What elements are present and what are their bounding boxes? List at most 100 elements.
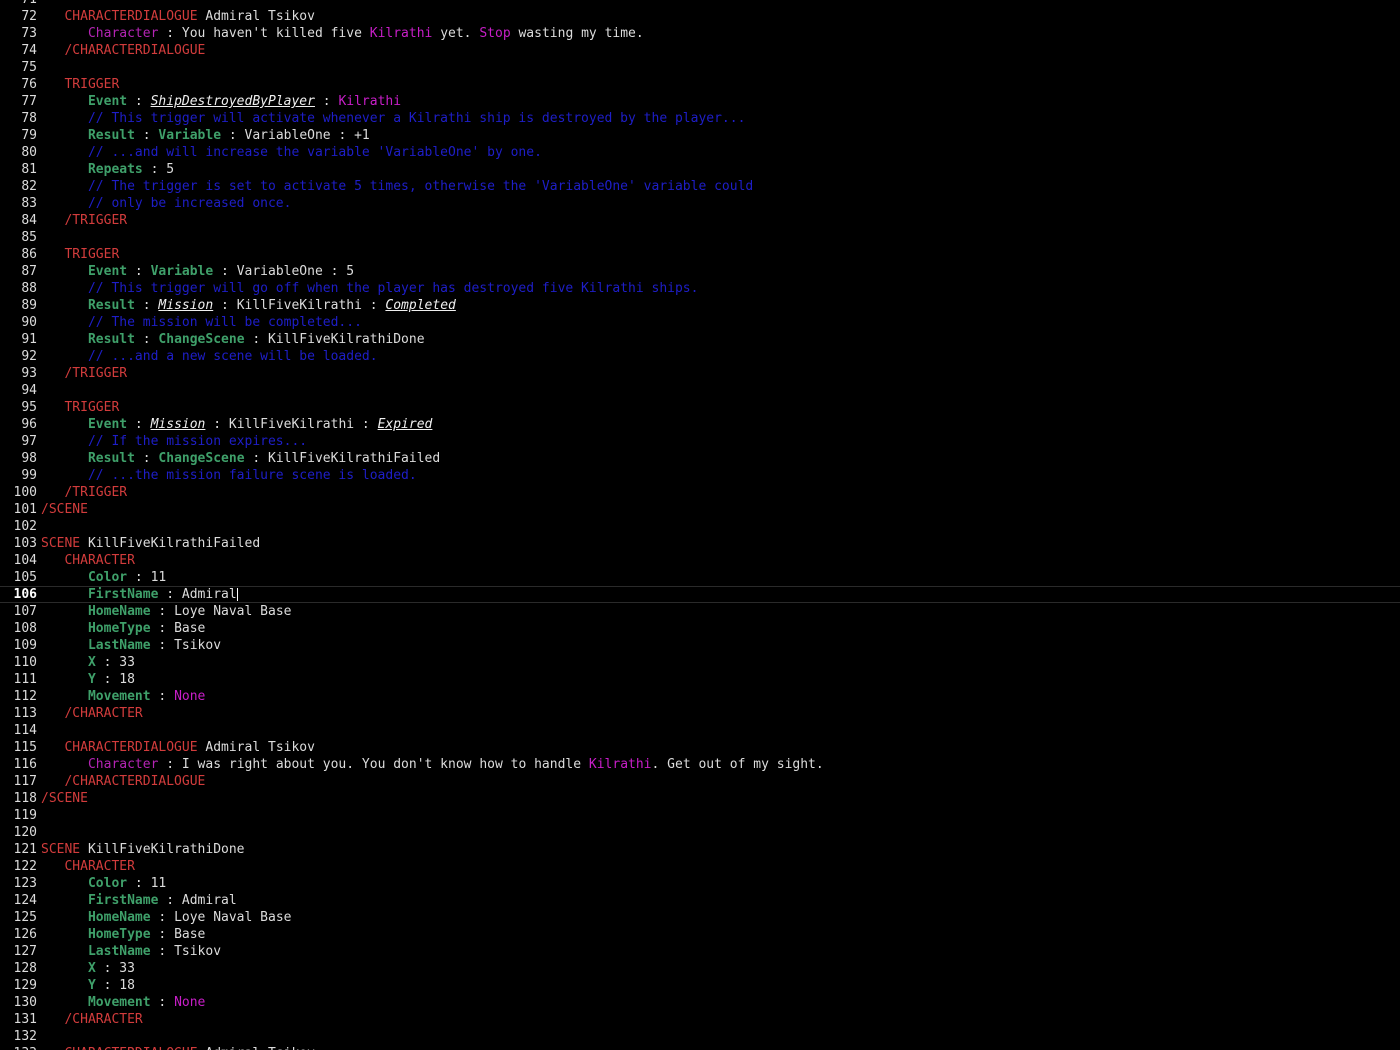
line-code[interactable]: CHARACTERDIALOGUE Admiral Tsikov [41,739,314,756]
code-line[interactable]: 111 Y : 18 [0,671,1400,688]
code-line[interactable]: 77 Event : ShipDestroyedByPlayer : Kilra… [0,93,1400,110]
line-code[interactable]: // ...and will increase the variable 'Va… [41,144,542,161]
code-line[interactable]: 130 Movement : None [0,994,1400,1011]
code-line[interactable]: 113 /CHARACTER [0,705,1400,722]
code-line[interactable]: 110 X : 33 [0,654,1400,671]
code-line[interactable]: 81 Repeats : 5 [0,161,1400,178]
code-line[interactable]: 120 [0,824,1400,841]
code-line[interactable]: 125 HomeName : Loye Naval Base [0,909,1400,926]
line-code[interactable]: /TRIGGER [41,212,127,229]
code-line[interactable]: 116 Character : I was right about you. Y… [0,756,1400,773]
code-line[interactable]: 93 /TRIGGER [0,365,1400,382]
code-line[interactable]: 84 /TRIGGER [0,212,1400,229]
line-code[interactable]: CHARACTERDIALOGUE Admiral Tsikov [41,8,314,25]
line-code[interactable]: Movement : None [41,994,205,1011]
line-code[interactable]: Color : 11 [41,569,166,586]
line-code[interactable]: HomeName : Loye Naval Base [41,909,292,926]
line-code[interactable]: TRIGGER [41,399,119,416]
line-code[interactable]: // The trigger is set to activate 5 time… [41,178,753,195]
line-code[interactable]: /TRIGGER [41,365,127,382]
code-line[interactable]: 108 HomeType : Base [0,620,1400,637]
code-line[interactable]: 131 /CHARACTER [0,1011,1400,1028]
line-code[interactable]: // ...and a new scene will be loaded. [41,348,378,365]
code-editor[interactable]: 7172 CHARACTERDIALOGUE Admiral Tsikov73 … [0,0,1400,1050]
line-code[interactable]: // This trigger will activate whenever a… [41,110,745,127]
line-code[interactable]: TRIGGER [41,246,119,263]
line-code[interactable]: CHARACTER [41,552,134,569]
code-line[interactable]: 98 Result : ChangeScene : KillFiveKilrat… [0,450,1400,467]
line-code[interactable]: HomeType : Base [41,620,205,637]
line-code[interactable]: HomeName : Loye Naval Base [41,603,292,620]
code-line[interactable]: 97 // If the mission expires... [0,433,1400,450]
code-line[interactable]: 79 Result : Variable : VariableOne : +1 [0,127,1400,144]
code-line[interactable]: 100 /TRIGGER [0,484,1400,501]
code-line[interactable]: 88 // This trigger will go off when the … [0,280,1400,297]
code-line[interactable]: 122 CHARACTER [0,858,1400,875]
line-code[interactable]: CHARACTERDIALOGUE Admiral Tsikov [41,1045,314,1050]
line-code[interactable]: Character : You haven't killed five Kilr… [41,25,644,42]
code-line[interactable]: 123 Color : 11 [0,875,1400,892]
code-line[interactable]: 121 SCENE KillFiveKilrathiDone [0,841,1400,858]
line-code[interactable]: Event : Mission : KillFiveKilrathi : Exp… [41,416,432,433]
line-code[interactable]: Result : ChangeScene : KillFiveKilrathiD… [41,331,425,348]
code-line[interactable]: 90 // The mission will be completed... [0,314,1400,331]
code-line[interactable]: 126 HomeType : Base [0,926,1400,943]
line-code[interactable]: Result : ChangeScene : KillFiveKilrathiF… [41,450,440,467]
line-code[interactable]: /CHARACTER [41,1011,142,1028]
line-code[interactable]: Y : 18 [41,977,135,994]
line-code[interactable]: Movement : None [41,688,205,705]
code-line[interactable]: 95 TRIGGER [0,399,1400,416]
code-line[interactable]: 78 // This trigger will activate wheneve… [0,110,1400,127]
line-code[interactable]: CHARACTER [41,858,134,875]
line-code[interactable]: X : 33 [41,960,135,977]
line-code[interactable]: TRIGGER [41,76,119,93]
code-line[interactable]: 83 // only be increased once. [0,195,1400,212]
code-line[interactable]: 87 Event : Variable : VariableOne : 5 [0,263,1400,280]
code-line[interactable]: 89 Result : Mission : KillFiveKilrathi :… [0,297,1400,314]
current-code-line[interactable]: 106 FirstName : Admiral [0,586,1400,603]
code-line[interactable]: 72 CHARACTERDIALOGUE Admiral Tsikov [0,8,1400,25]
line-code[interactable]: Event : Variable : VariableOne : 5 [41,263,354,280]
line-code[interactable]: // ...the mission failure scene is loade… [41,467,417,484]
code-line[interactable]: 109 LastName : Tsikov [0,637,1400,654]
line-code[interactable]: LastName : Tsikov [41,637,221,654]
code-line[interactable]: 74 /CHARACTERDIALOGUE [0,42,1400,59]
code-line[interactable]: 128 X : 33 [0,960,1400,977]
line-code[interactable]: Character : I was right about you. You d… [41,756,824,773]
code-line[interactable]: 114 [0,722,1400,739]
line-code[interactable]: // If the mission expires... [41,433,307,450]
code-line[interactable]: 103 SCENE KillFiveKilrathiFailed [0,535,1400,552]
code-line[interactable]: 132 [0,1028,1400,1045]
code-line[interactable]: 92 // ...and a new scene will be loaded. [0,348,1400,365]
code-line[interactable]: 80 // ...and will increase the variable … [0,144,1400,161]
line-code[interactable]: FirstName : Admiral [41,587,238,602]
code-line[interactable]: 104 CHARACTER [0,552,1400,569]
code-line[interactable]: 115 CHARACTERDIALOGUE Admiral Tsikov [0,739,1400,756]
code-line[interactable]: 96 Event : Mission : KillFiveKilrathi : … [0,416,1400,433]
code-line[interactable]: 107 HomeName : Loye Naval Base [0,603,1400,620]
code-line[interactable]: 71 [0,0,1400,8]
line-code[interactable]: // only be increased once. [41,195,292,212]
line-code[interactable]: HomeType : Base [41,926,205,943]
code-line[interactable]: 101/SCENE [0,501,1400,518]
line-code[interactable]: SCENE KillFiveKilrathiDone [41,841,245,858]
line-code[interactable]: X : 33 [41,654,135,671]
code-line[interactable]: 127 LastName : Tsikov [0,943,1400,960]
code-line[interactable]: 76 TRIGGER [0,76,1400,93]
line-code[interactable]: Result : Mission : KillFiveKilrathi : Co… [41,297,456,314]
code-line[interactable]: 119 [0,807,1400,824]
line-code[interactable]: Repeats : 5 [41,161,174,178]
code-line[interactable]: 86 TRIGGER [0,246,1400,263]
code-line[interactable]: 85 [0,229,1400,246]
code-line[interactable]: 99 // ...the mission failure scene is lo… [0,467,1400,484]
code-line[interactable]: 102 [0,518,1400,535]
line-code[interactable]: // The mission will be completed... [41,314,362,331]
code-line[interactable]: 124 FirstName : Admiral [0,892,1400,909]
code-line[interactable]: 117 /CHARACTERDIALOGUE [0,773,1400,790]
line-code[interactable]: Result : Variable : VariableOne : +1 [41,127,370,144]
line-code[interactable]: Color : 11 [41,875,166,892]
line-code[interactable]: /SCENE [41,790,88,807]
code-line[interactable]: 73 Character : You haven't killed five K… [0,25,1400,42]
code-line[interactable]: 118/SCENE [0,790,1400,807]
line-code[interactable]: SCENE KillFiveKilrathiFailed [41,535,260,552]
